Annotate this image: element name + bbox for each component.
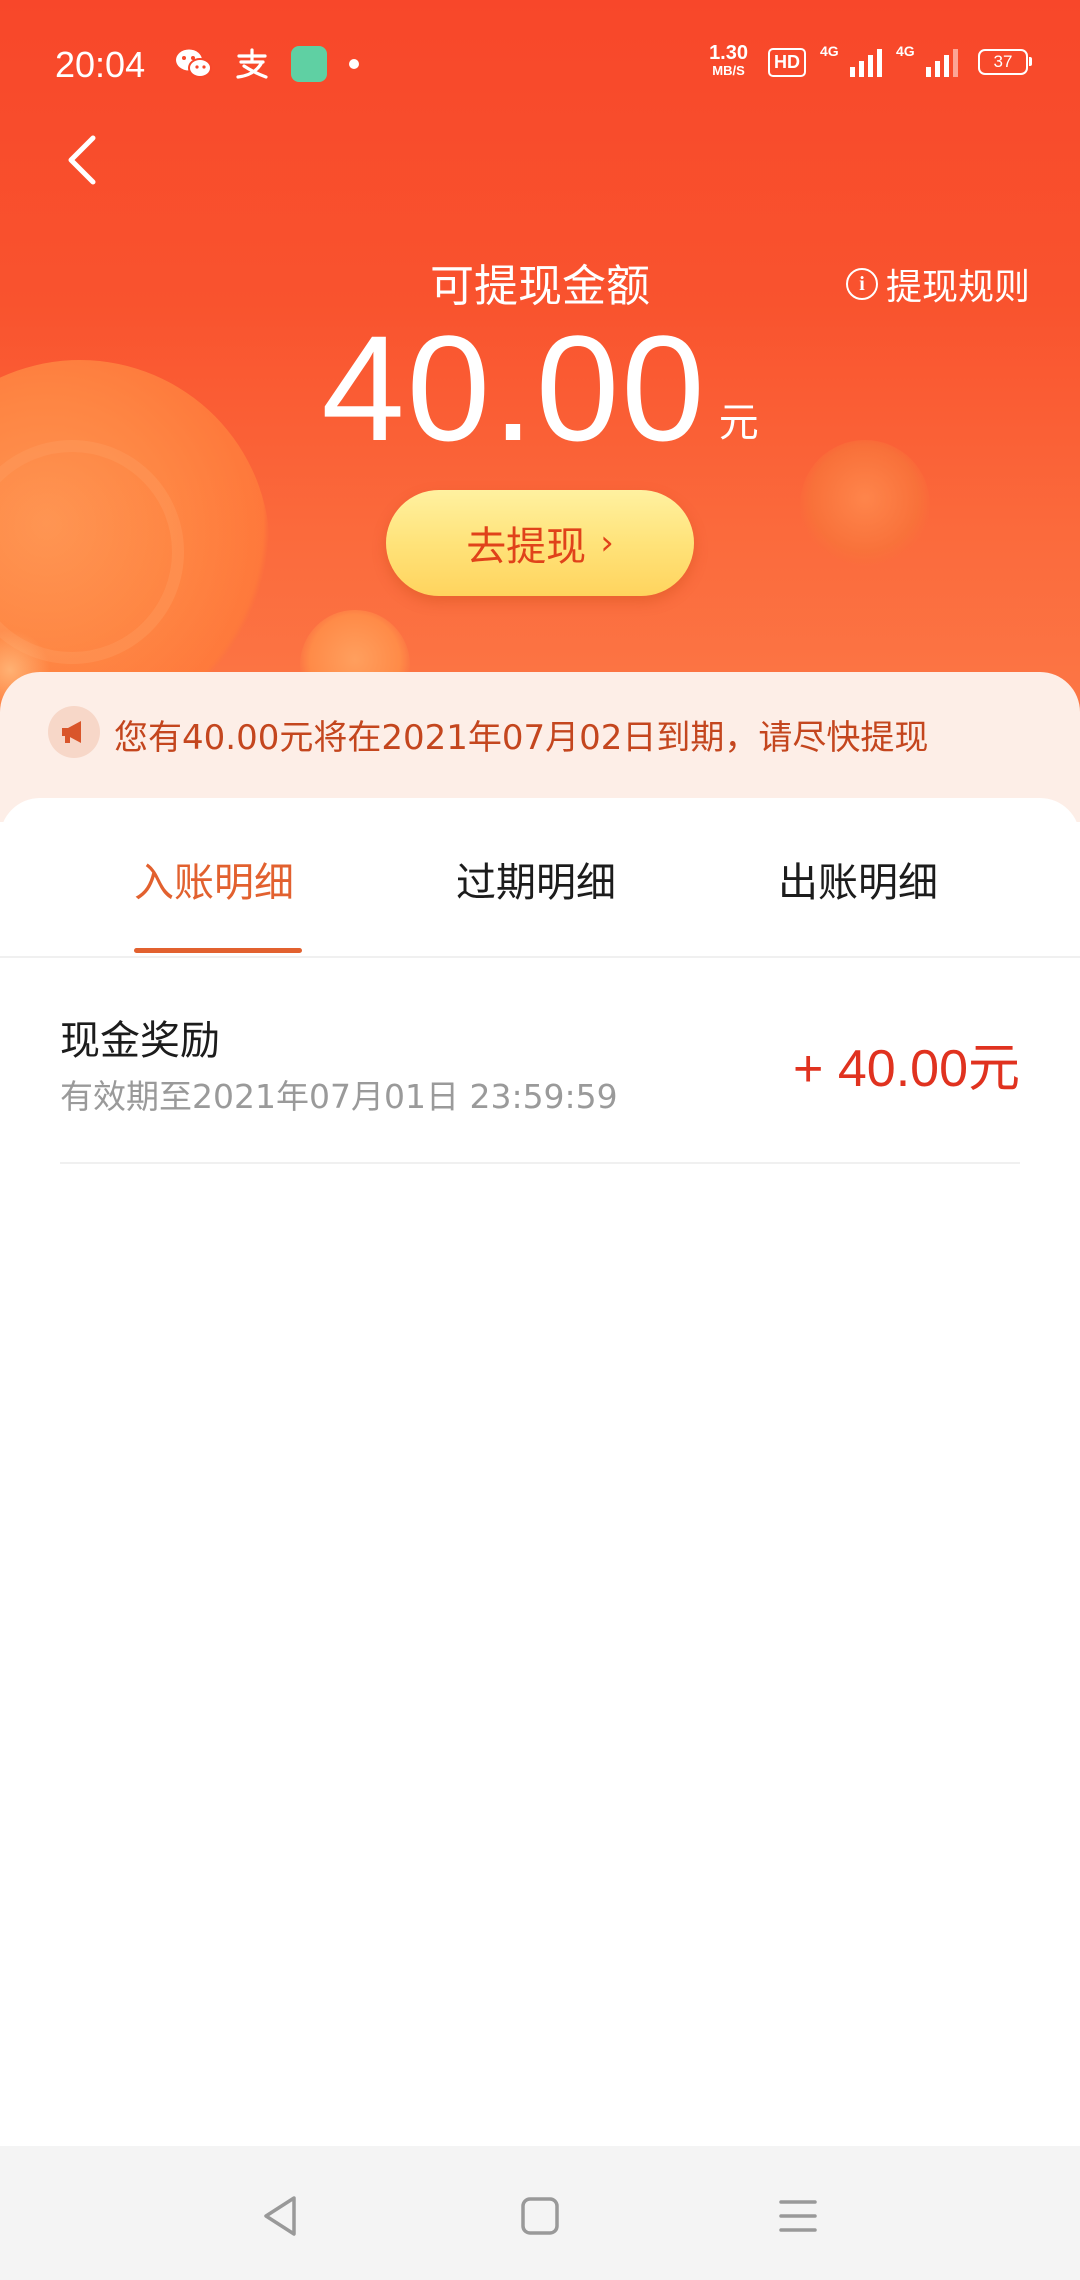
app-notification-icon	[291, 46, 327, 82]
balance-amount: 40.00	[321, 304, 707, 472]
status-time: 20:04	[55, 44, 146, 85]
screen: 20:04 1.30 MB/S HD 4G 4G 37 可提现金额 i 提现规则…	[0, 0, 1080, 2280]
nav-menu-button[interactable]	[768, 2186, 828, 2246]
network-speed: 1.30 MB/S	[709, 42, 748, 78]
expiry-notice-text: 您有40.00元将在2021年07月02日到期，请尽快提现	[114, 718, 929, 758]
megaphone-icon	[48, 706, 100, 758]
wechat-icon	[176, 49, 212, 78]
tab-income-details[interactable]: 入账明细	[134, 850, 294, 908]
triangle-back-icon	[264, 2196, 296, 2236]
back-button[interactable]	[52, 130, 112, 190]
nav-back-button[interactable]	[250, 2186, 310, 2246]
status-bar: 20:04 1.30 MB/S HD 4G 4G 37	[0, 0, 1080, 130]
system-navigation-bar	[0, 2146, 1080, 2280]
more-notifications-dot	[349, 59, 359, 69]
header-banner: 20:04 1.30 MB/S HD 4G 4G 37 可提现金额 i 提现规则…	[0, 0, 1080, 760]
record-title: 现金奖励	[60, 1018, 220, 1064]
battery-icon: 37	[978, 49, 1032, 75]
square-home-icon	[521, 2197, 559, 2235]
tab-outgoing-details[interactable]: 出账明细	[778, 850, 938, 908]
withdraw-button[interactable]: 去提现 ›	[386, 490, 694, 596]
withdraw-rules-link[interactable]: i 提现规则	[845, 258, 1030, 310]
record-expiry: 有效期至2021年07月01日 23:59:59	[60, 1077, 618, 1116]
system-indicators: 1.30 MB/S HD 4G 4G 37	[709, 42, 1032, 80]
tab-expired-details[interactable]: 过期明细	[456, 850, 616, 908]
record-amount: + 40.00元	[793, 1040, 1020, 1098]
chevron-left-icon	[68, 135, 96, 185]
chevron-right-icon: ›	[600, 523, 614, 563]
alipay-icon	[236, 48, 268, 79]
signal-icon: 4G	[896, 43, 958, 77]
nav-home-button[interactable]	[510, 2186, 570, 2246]
menu-icon	[779, 2200, 817, 2232]
balance-unit: 元	[718, 400, 759, 446]
withdraw-button-label: 去提现	[466, 524, 587, 570]
notification-icons	[175, 46, 359, 82]
list-item[interactable]: 现金奖励 有效期至2021年07月01日 23:59:59 + 40.00元	[60, 956, 1020, 1164]
active-tab-indicator	[134, 948, 302, 953]
info-icon: i	[845, 268, 878, 300]
withdraw-rules-label: 提现规则	[885, 267, 1030, 308]
detail-tabs: 入账明细 过期明细 出账明细	[0, 798, 1080, 958]
balance-display: 40.00 元	[0, 308, 1080, 468]
signal-icon: 4G	[820, 43, 882, 77]
hd-icon: HD	[768, 47, 806, 77]
details-panel: 入账明细 过期明细 出账明细 现金奖励 有效期至2021年07月01日 23:5…	[0, 798, 1080, 2148]
